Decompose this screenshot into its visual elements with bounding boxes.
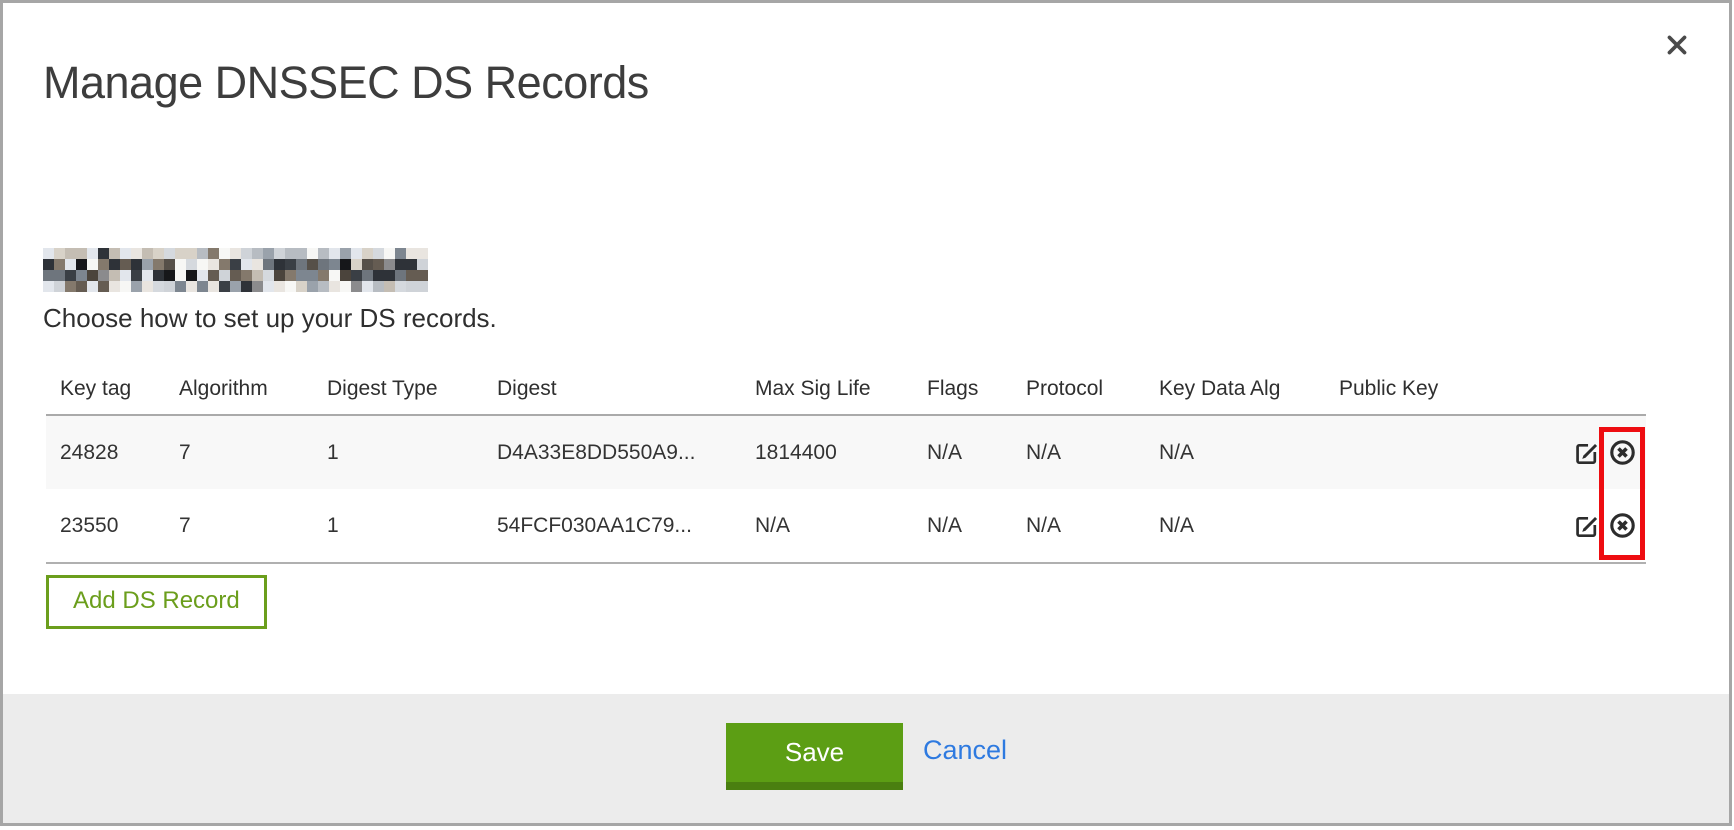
delete-record-button[interactable]: [1607, 438, 1638, 467]
page-title: Manage DNSSEC DS Records: [43, 57, 649, 109]
edit-icon: [1573, 512, 1600, 539]
column-header-key-tag: Key tag: [46, 377, 179, 415]
cell-flags: N/A: [927, 415, 1026, 489]
save-button[interactable]: Save: [726, 723, 903, 790]
table-header-row: Key tag Algorithm Digest Type Digest Max…: [46, 377, 1646, 415]
close-button[interactable]: [1661, 29, 1693, 61]
column-header-actions: [1571, 377, 1646, 415]
cell-actions: [1571, 415, 1646, 489]
manage-dnssec-dialog: Manage DNSSEC DS Records Choose how to s…: [0, 0, 1732, 826]
add-ds-record-button[interactable]: Add DS Record: [46, 575, 267, 629]
cell-protocol: N/A: [1026, 415, 1159, 489]
cell-actions: [1571, 489, 1646, 563]
cell-key-tag: 24828: [46, 415, 179, 489]
cell-algorithm: 7: [179, 489, 327, 563]
cell-max-sig-life: N/A: [755, 489, 927, 563]
column-header-max-sig-life: Max Sig Life: [755, 377, 927, 415]
redacted-domain-name: [43, 248, 428, 292]
column-header-protocol: Protocol: [1026, 377, 1159, 415]
cancel-link[interactable]: Cancel: [923, 735, 1007, 766]
delete-record-button[interactable]: [1607, 511, 1638, 540]
column-header-key-data-alg: Key Data Alg: [1159, 377, 1339, 415]
cell-algorithm: 7: [179, 415, 327, 489]
dialog-footer: Save Cancel: [3, 694, 1729, 823]
cell-key-tag: 23550: [46, 489, 179, 563]
edit-icon: [1573, 439, 1600, 466]
table-row: 24828 7 1 D4A33E8DD550A9... 1814400 N/A …: [46, 415, 1646, 489]
cell-digest-type: 1: [327, 489, 497, 563]
cell-public-key: [1339, 489, 1571, 563]
cell-key-data-alg: N/A: [1159, 489, 1339, 563]
cell-digest: 54FCF030AA1C79...: [497, 489, 755, 563]
cell-digest-type: 1: [327, 415, 497, 489]
cell-public-key: [1339, 415, 1571, 489]
ds-records-table: Key tag Algorithm Digest Type Digest Max…: [46, 377, 1646, 564]
cell-max-sig-life: 1814400: [755, 415, 927, 489]
cell-digest: D4A33E8DD550A9...: [497, 415, 755, 489]
close-icon: [1663, 31, 1691, 59]
column-header-algorithm: Algorithm: [179, 377, 327, 415]
column-header-flags: Flags: [927, 377, 1026, 415]
edit-record-button[interactable]: [1572, 512, 1601, 539]
cell-protocol: N/A: [1026, 489, 1159, 563]
column-header-public-key: Public Key: [1339, 377, 1571, 415]
delete-icon: [1608, 511, 1637, 540]
cell-flags: N/A: [927, 489, 1026, 563]
column-header-digest: Digest: [497, 377, 755, 415]
delete-icon: [1608, 438, 1637, 467]
edit-record-button[interactable]: [1572, 439, 1601, 466]
column-header-digest-type: Digest Type: [327, 377, 497, 415]
cell-key-data-alg: N/A: [1159, 415, 1339, 489]
table-row: 23550 7 1 54FCF030AA1C79... N/A N/A N/A …: [46, 489, 1646, 563]
setup-instructions-text: Choose how to set up your DS records.: [43, 303, 497, 334]
